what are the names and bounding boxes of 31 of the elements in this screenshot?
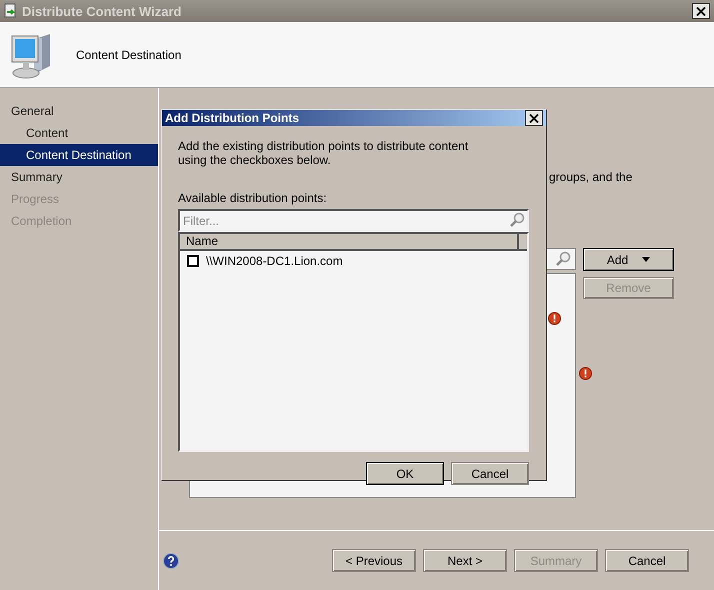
help-icon[interactable] [163, 552, 179, 568]
close-button[interactable] [692, 3, 710, 19]
dialog-description: Add the existing distribution points to distribute content using the checkboxes below. [178, 139, 470, 167]
filter-field[interactable]: Filter... [178, 209, 529, 232]
error-icon [579, 367, 592, 380]
column-header[interactable] [519, 234, 527, 251]
add-button[interactable]: Add [583, 248, 674, 271]
dialog-button[interactable]: Cancel [451, 462, 529, 485]
wizard-button[interactable]: < Previous [332, 549, 416, 572]
nav-item[interactable]: Summary [0, 166, 158, 188]
page-title: Content Destination [76, 48, 182, 62]
search-icon [555, 251, 571, 267]
dropdown-arrow-icon [642, 257, 650, 262]
close-icon [696, 6, 706, 16]
nav-item[interactable]: Content [0, 122, 158, 144]
close-icon [529, 114, 539, 122]
wizard-button[interactable]: Cancel [605, 549, 689, 572]
search-icon [509, 212, 525, 228]
wizard-button[interactable]: Next > [423, 549, 507, 572]
dialog-title: Add Distribution Points [165, 111, 300, 125]
nav-item[interactable]: Content Destination [0, 144, 158, 166]
distribution-point-name: \\WIN2008-DC1.Lion.com [206, 254, 343, 268]
checkbox[interactable] [187, 255, 199, 267]
instruction-text: groups, and the [549, 170, 632, 184]
close-button[interactable] [525, 110, 543, 126]
column-header[interactable]: Name [180, 234, 519, 251]
list-label: Available distribution points: [178, 191, 328, 205]
wizard-icon [4, 3, 18, 19]
nav-item[interactable]: General [0, 100, 158, 122]
window-title: Distribute Content Wizard [22, 4, 182, 18]
dialog-button[interactable]: OK [366, 462, 444, 485]
